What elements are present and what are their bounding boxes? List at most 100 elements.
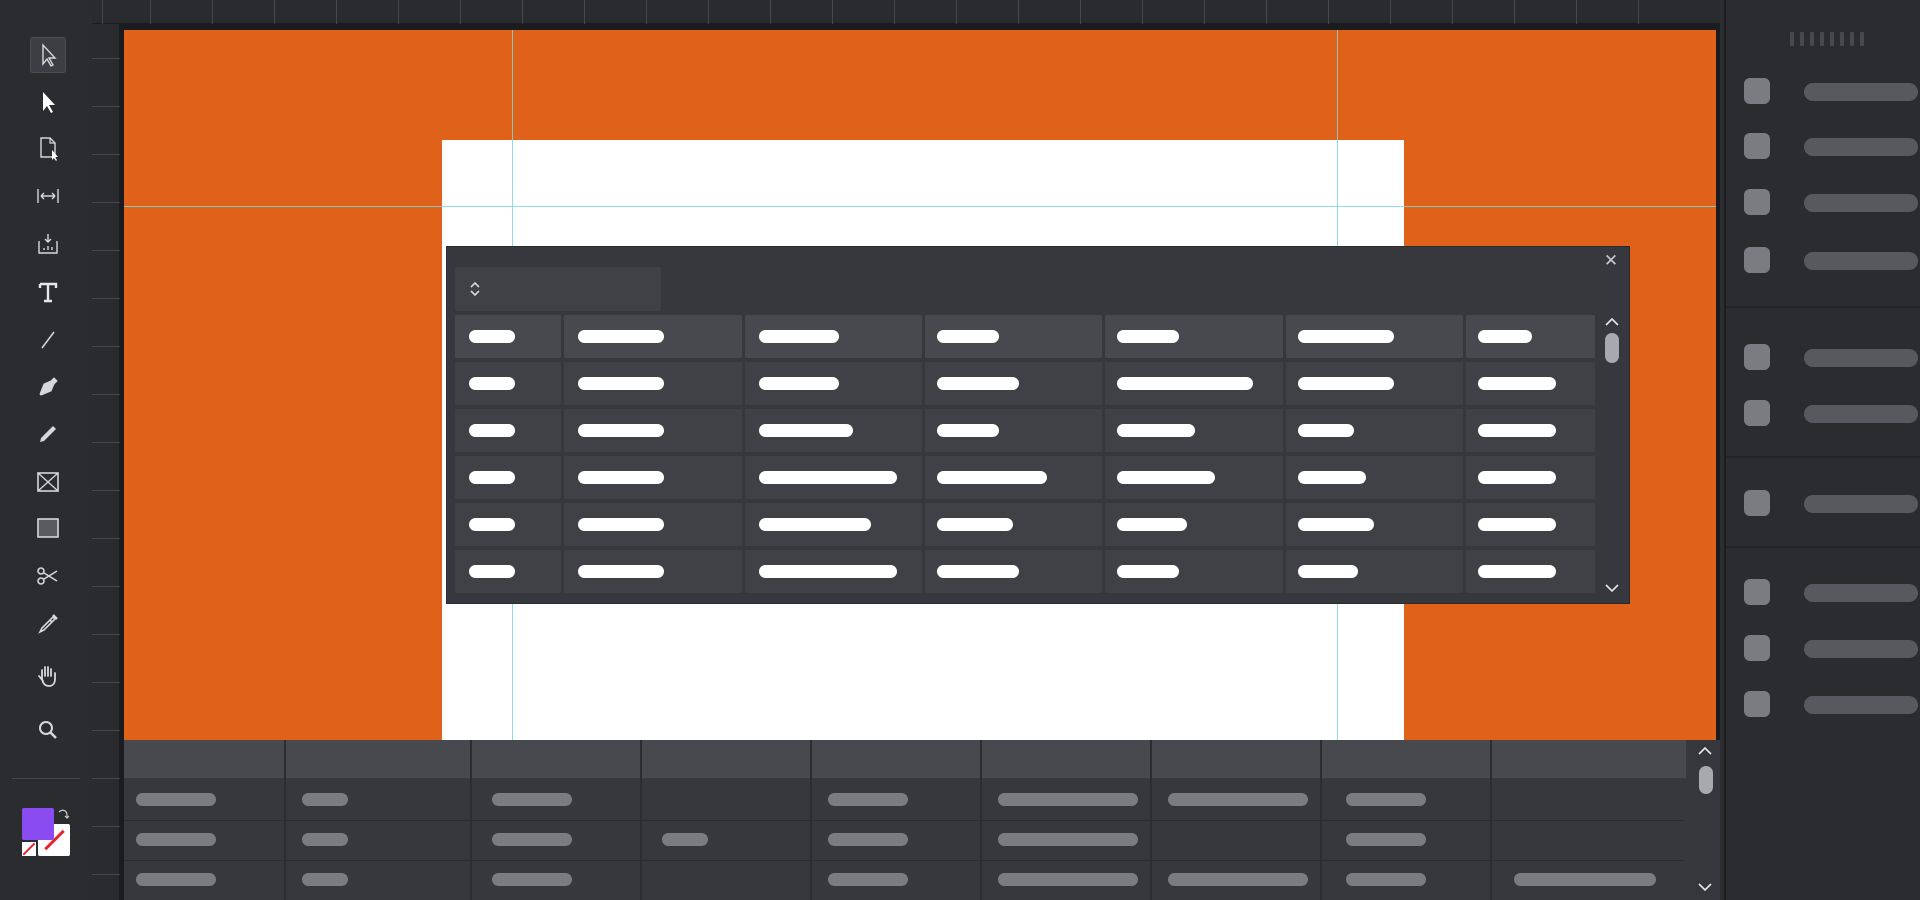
- table-row[interactable]: [455, 409, 1599, 456]
- table-header-cell[interactable]: [564, 315, 742, 358]
- panel-option[interactable]: [1744, 689, 1918, 717]
- scrollbar-thumb[interactable]: [1699, 766, 1713, 794]
- table-cell[interactable]: [1286, 503, 1463, 546]
- rectangle-tool-icon[interactable]: [30, 510, 66, 546]
- column-header[interactable]: [1322, 740, 1490, 778]
- checkbox[interactable]: [1744, 78, 1770, 104]
- checkbox[interactable]: [1744, 579, 1770, 605]
- column-header[interactable]: [1492, 740, 1686, 778]
- table-cell[interactable]: [925, 503, 1102, 546]
- table-cell[interactable]: [1105, 503, 1283, 546]
- table-cell[interactable]: [925, 550, 1102, 593]
- chevron-up-icon[interactable]: [1696, 744, 1714, 758]
- checkbox[interactable]: [1744, 247, 1770, 273]
- scissors-tool-icon[interactable]: [30, 558, 66, 594]
- table-cell[interactable]: [745, 550, 922, 593]
- table-cell[interactable]: [564, 456, 742, 499]
- table-cell[interactable]: [1286, 456, 1463, 499]
- panel-grip-icon[interactable]: [1790, 32, 1866, 46]
- horizontal-guide[interactable]: [124, 206, 1716, 207]
- table-cell[interactable]: [925, 362, 1102, 405]
- dialog-dropdown[interactable]: [455, 267, 661, 311]
- checkbox[interactable]: [1744, 189, 1770, 215]
- table-header-cell[interactable]: [745, 315, 922, 358]
- table-cell[interactable]: [1466, 456, 1595, 499]
- checkbox[interactable]: [1744, 344, 1770, 370]
- table-cell[interactable]: [455, 503, 561, 546]
- table-cell[interactable]: [564, 409, 742, 452]
- table-cell[interactable]: [745, 409, 922, 452]
- table-cell[interactable]: [455, 550, 561, 593]
- dialog-scrollbar[interactable]: [1603, 315, 1621, 597]
- panel-option[interactable]: [1744, 187, 1918, 215]
- table-cell[interactable]: [745, 456, 922, 499]
- line-tool-icon[interactable]: [30, 322, 66, 358]
- table-cell[interactable]: [925, 409, 1102, 452]
- chevron-down-icon[interactable]: [1603, 581, 1621, 595]
- swap-colors-icon[interactable]: [56, 808, 70, 822]
- checkbox[interactable]: [1744, 490, 1770, 516]
- table-cell[interactable]: [455, 409, 561, 452]
- table-cell[interactable]: [925, 456, 1102, 499]
- panel-option[interactable]: [1744, 131, 1918, 159]
- checkbox[interactable]: [1744, 133, 1770, 159]
- column-header[interactable]: [472, 740, 640, 778]
- gap-tool-icon[interactable]: [30, 178, 66, 214]
- rectangle-frame-tool-icon[interactable]: [30, 464, 66, 500]
- table-cell[interactable]: [1105, 456, 1283, 499]
- eyedropper-tool-icon[interactable]: [30, 606, 66, 642]
- page-tool-icon[interactable]: [30, 130, 66, 166]
- pen-tool-icon[interactable]: [30, 368, 66, 404]
- panel-option[interactable]: [1744, 245, 1918, 273]
- column-header[interactable]: [286, 740, 470, 778]
- pencil-tool-icon[interactable]: [30, 416, 66, 452]
- table-row[interactable]: [455, 503, 1599, 550]
- close-icon[interactable]: ✕: [1601, 251, 1621, 271]
- table-cell[interactable]: [1466, 550, 1595, 593]
- table-cell[interactable]: [455, 456, 561, 499]
- table-row[interactable]: [455, 362, 1599, 409]
- panel-option[interactable]: [1744, 342, 1918, 370]
- table-scrollbar[interactable]: [1690, 740, 1720, 900]
- zoom-tool-icon[interactable]: [30, 712, 66, 748]
- table-cell[interactable]: [1105, 362, 1283, 405]
- panel-option[interactable]: [1744, 577, 1918, 605]
- table-header-cell[interactable]: [455, 315, 561, 358]
- panel-option[interactable]: [1744, 633, 1918, 661]
- none-color-swatch[interactable]: [22, 842, 36, 856]
- table-header-cell[interactable]: [1286, 315, 1463, 358]
- table-cell[interactable]: [1466, 362, 1595, 405]
- column-header[interactable]: [982, 740, 1150, 778]
- table-header-cell[interactable]: [925, 315, 1102, 358]
- table-cell[interactable]: [745, 503, 922, 546]
- table-cell[interactable]: [1286, 550, 1463, 593]
- panel-option[interactable]: [1744, 398, 1918, 426]
- selection-tool-icon[interactable]: [30, 37, 66, 73]
- table-cell[interactable]: [745, 362, 922, 405]
- hand-tool-icon[interactable]: [30, 658, 66, 694]
- direct-selection-tool-icon[interactable]: [30, 84, 66, 120]
- table-cell[interactable]: [1286, 409, 1463, 452]
- vertical-ruler[interactable]: [92, 24, 120, 900]
- checkbox[interactable]: [1744, 635, 1770, 661]
- table-row[interactable]: [455, 456, 1599, 503]
- fill-color-swatch[interactable]: [22, 808, 54, 840]
- panel-option[interactable]: [1744, 488, 1918, 516]
- table-cell[interactable]: [1466, 409, 1595, 452]
- column-header[interactable]: [124, 740, 284, 778]
- checkbox[interactable]: [1744, 691, 1770, 717]
- table-cell[interactable]: [1105, 409, 1283, 452]
- column-header[interactable]: [1152, 740, 1320, 778]
- content-collector-icon[interactable]: [30, 226, 66, 262]
- column-header[interactable]: [642, 740, 810, 778]
- table-cell[interactable]: [564, 362, 742, 405]
- table-cell[interactable]: [564, 550, 742, 593]
- table-cell[interactable]: [1105, 550, 1283, 593]
- checkbox[interactable]: [1744, 400, 1770, 426]
- chevron-down-icon[interactable]: [1696, 880, 1714, 894]
- table-cell[interactable]: [1286, 362, 1463, 405]
- scrollbar-thumb[interactable]: [1605, 333, 1619, 363]
- table-header-cell[interactable]: [1466, 315, 1595, 358]
- type-tool-icon[interactable]: [30, 274, 66, 310]
- table-row[interactable]: [455, 550, 1599, 597]
